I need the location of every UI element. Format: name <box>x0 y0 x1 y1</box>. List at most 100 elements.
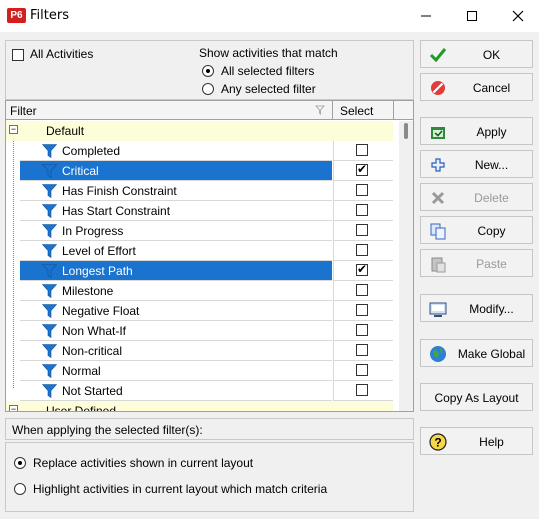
filter-name-cell[interactable]: Critical <box>20 161 332 181</box>
filter-funnel-icon <box>42 324 57 338</box>
filter-select-checkbox[interactable] <box>356 344 368 356</box>
filter-row[interactable]: Non-critical <box>6 341 393 361</box>
column-header-filter[interactable]: Filter <box>10 104 37 118</box>
all-activities-checkbox[interactable] <box>12 49 24 61</box>
plus-icon <box>431 158 445 172</box>
filter-row[interactable]: Negative Float <box>6 301 393 321</box>
filter-select-checkbox[interactable] <box>356 204 368 216</box>
filter-select-checkbox[interactable] <box>356 284 368 296</box>
match-any-radio[interactable] <box>202 83 214 95</box>
scrollbar-thumb[interactable] <box>404 123 408 139</box>
filter-row[interactable]: Has Start Constraint <box>6 201 393 221</box>
column-header-select[interactable]: Select <box>340 104 373 118</box>
filter-name-cell[interactable]: Longest Path <box>20 261 332 281</box>
minimize-button[interactable] <box>403 0 449 32</box>
filter-row[interactable]: Has Finish Constraint <box>6 181 393 201</box>
highlight-activities-radio[interactable] <box>14 483 26 495</box>
filter-row[interactable]: Critical <box>6 161 393 181</box>
filter-funnel-icon <box>42 384 57 398</box>
all-activities-label: All Activities <box>30 47 94 61</box>
check-icon <box>429 48 447 63</box>
filter-select-checkbox[interactable] <box>356 324 368 336</box>
collapse-icon[interactable]: − <box>9 405 18 411</box>
globe-icon <box>430 346 446 362</box>
new-button-label: New... <box>474 158 509 172</box>
filter-select-checkbox[interactable] <box>356 184 368 196</box>
filter-name-cell[interactable]: Non-critical <box>20 341 332 361</box>
window-title: Filters <box>30 8 69 23</box>
apply-heading-panel: When applying the selected filter(s): <box>5 418 414 440</box>
filter-name: In Progress <box>62 224 124 238</box>
filter-select-checkbox[interactable] <box>356 162 368 176</box>
filter-row[interactable]: Completed <box>6 141 393 161</box>
filter-name-cell[interactable]: Milestone <box>20 281 332 301</box>
collapse-icon[interactable]: − <box>9 125 18 134</box>
filter-name-cell[interactable]: In Progress <box>20 221 332 241</box>
filter-select-cell <box>333 381 393 401</box>
filter-name: Critical <box>62 164 99 178</box>
filter-select-checkbox[interactable] <box>356 364 368 376</box>
filter-row[interactable]: In Progress <box>6 221 393 241</box>
help-icon: ? <box>429 433 447 451</box>
filter-funnel-icon <box>42 144 57 158</box>
filter-select-checkbox[interactable] <box>356 224 368 236</box>
column-filter-icon[interactable] <box>315 105 325 115</box>
filter-select-checkbox[interactable] <box>356 304 368 316</box>
filter-group-row[interactable]: − Default <box>6 121 393 141</box>
filter-name: Non-critical <box>62 344 123 358</box>
copy-as-layout-button[interactable]: Copy As Layout <box>420 383 533 411</box>
filter-row[interactable]: Normal <box>6 361 393 381</box>
grid-scrollbar[interactable] <box>399 121 413 411</box>
filter-name-cell[interactable]: Negative Float <box>20 301 332 321</box>
filter-name-cell[interactable]: Level of Effort <box>20 241 332 261</box>
filter-group-row[interactable]: − User Defined <box>6 401 393 411</box>
grid-header: Filter Select <box>6 101 413 120</box>
filter-name-cell[interactable]: Not Started <box>20 381 332 401</box>
filter-row[interactable]: Level of Effort <box>6 241 393 261</box>
filter-select-checkbox[interactable] <box>356 384 368 396</box>
new-button[interactable]: New... <box>420 150 533 178</box>
copy-button[interactable]: Copy <box>420 216 533 244</box>
highlight-activities-label: Highlight activities in current layout w… <box>33 482 328 496</box>
filter-row[interactable]: Not Started <box>6 381 393 401</box>
help-button[interactable]: ? Help <box>420 427 533 455</box>
maximize-button[interactable] <box>449 0 495 32</box>
match-all-radio[interactable] <box>202 65 214 77</box>
filter-name-cell[interactable]: Non What-If <box>20 321 332 341</box>
filter-name: Milestone <box>62 284 114 298</box>
filter-row[interactable]: Non What-If <box>6 321 393 341</box>
match-all-label: All selected filters <box>221 64 315 78</box>
apply-button[interactable]: Apply <box>420 117 533 145</box>
filter-name-cell[interactable]: Normal <box>20 361 332 381</box>
filter-name-cell[interactable]: Has Finish Constraint <box>20 181 332 201</box>
cancel-button[interactable]: Cancel <box>420 73 533 101</box>
filter-group-name: Default <box>46 124 85 138</box>
filter-funnel-icon <box>42 264 57 278</box>
help-button-label: Help <box>479 435 504 449</box>
filter-select-checkbox[interactable] <box>356 244 368 256</box>
make-global-button[interactable]: Make Global <box>420 339 533 367</box>
filter-row[interactable]: Milestone <box>6 281 393 301</box>
filter-funnel-icon <box>42 344 57 358</box>
filter-select-cell <box>333 181 393 201</box>
filter-select-cell <box>333 321 393 341</box>
replace-activities-radio[interactable] <box>14 457 26 469</box>
modify-button-label: Modify... <box>469 302 514 316</box>
paste-button[interactable]: Paste <box>420 249 533 277</box>
filter-row[interactable]: Longest Path <box>6 261 393 281</box>
delete-button[interactable]: Delete <box>420 183 533 211</box>
filter-name-cell[interactable]: Has Start Constraint <box>20 201 332 221</box>
modify-button[interactable]: Modify... <box>420 294 533 322</box>
filter-name: Normal <box>62 364 101 378</box>
svg-text:?: ? <box>434 436 441 450</box>
column-separator <box>393 101 394 120</box>
filter-select-checkbox[interactable] <box>356 144 368 156</box>
ok-button[interactable]: OK <box>420 40 533 68</box>
filter-select-cell <box>333 241 393 261</box>
delete-x-icon <box>431 191 445 205</box>
filter-select-checkbox[interactable] <box>356 262 368 276</box>
filter-select-cell <box>333 201 393 221</box>
filter-name-cell[interactable]: Completed <box>20 141 332 161</box>
cancel-button-label: Cancel <box>472 81 511 95</box>
close-button[interactable] <box>495 0 539 32</box>
